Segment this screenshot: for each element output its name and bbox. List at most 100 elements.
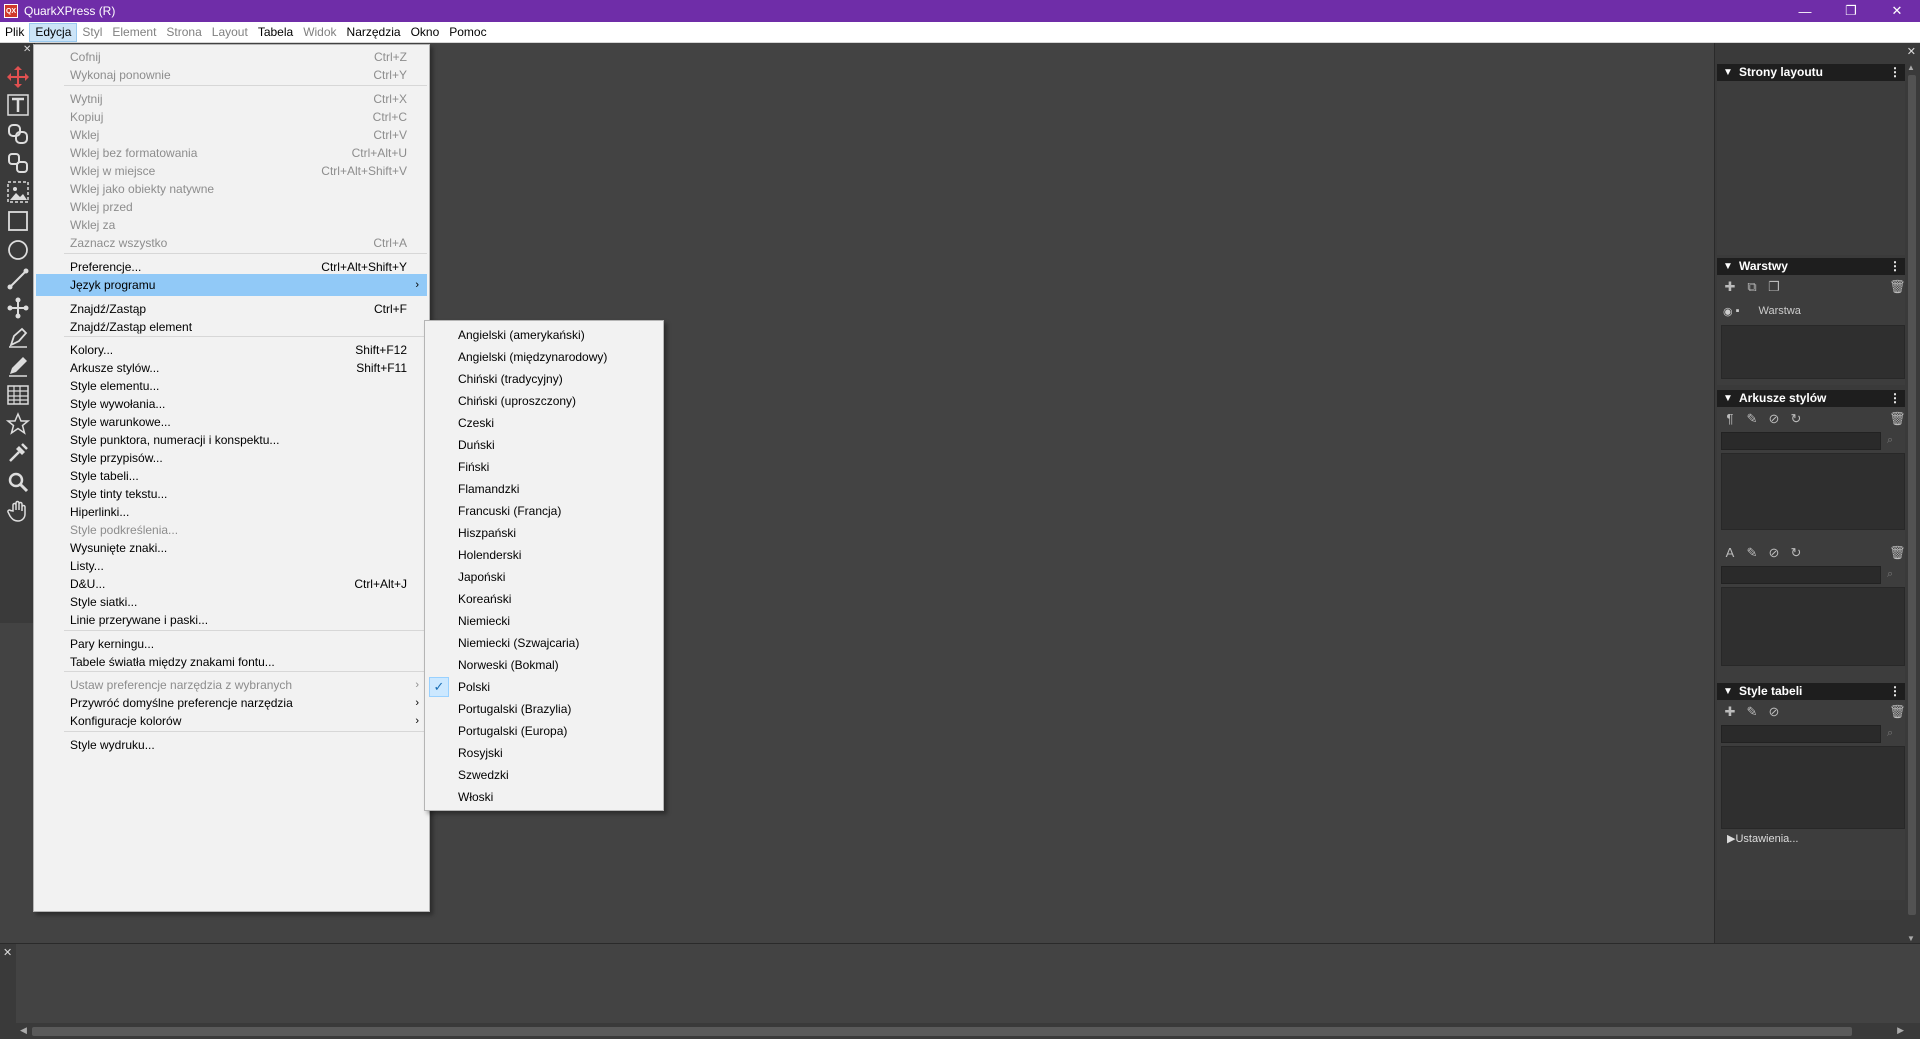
edit-style-icon[interactable]: ✎ (1745, 705, 1759, 719)
panel-menu-icon[interactable]: ⋮ (1889, 64, 1901, 81)
menu-item-znajdz-zastap-element[interactable]: Znajdź/Zastąp element (36, 316, 427, 338)
panel-menu-icon[interactable]: ⋮ (1889, 390, 1901, 407)
add-table-style-icon[interactable]: ✚ (1723, 705, 1737, 719)
menu-item-jezyk-programu[interactable]: Język programu › (36, 274, 427, 296)
panel-menu-icon[interactable]: ⋮ (1889, 258, 1901, 275)
stylesheets-panel-header[interactable]: ▼ Arkusze stylów ⋮ (1717, 390, 1905, 407)
collapse-triangle-icon[interactable]: ▼ (1723, 64, 1733, 81)
menu-item-linie-przerywane-i-paski[interactable]: Linie przerywane i paski... (36, 609, 427, 631)
bezier-pen-tool-icon[interactable] (4, 323, 32, 351)
paragraph-styles-list[interactable] (1721, 453, 1905, 530)
settings-disclosure[interactable]: ▶Ustawienia... (1727, 832, 1798, 845)
scrollbar-thumb[interactable] (32, 1027, 1852, 1036)
edit-style-icon[interactable]: ✎ (1745, 546, 1759, 560)
text-unlinking-tool-icon[interactable] (4, 149, 32, 177)
menu-item-wykonaj-ponownie[interactable]: Wykonaj ponownie Ctrl+Y (36, 64, 427, 86)
close-icon[interactable]: ✕ (3, 946, 12, 959)
layer-row[interactable]: ◉ ▪ Warstwa (1723, 303, 1801, 319)
scroll-left-icon[interactable]: ◀ (20, 1025, 27, 1036)
new-character-style-icon[interactable]: A (1723, 546, 1737, 560)
menu-item-style-wydruku[interactable]: Style wydruku... (36, 734, 427, 756)
hand-tool-icon[interactable] (4, 497, 32, 525)
starburst-tool-icon[interactable] (4, 410, 32, 438)
horizontal-scrollbar[interactable]: ◀ ▶ (16, 1023, 1920, 1039)
close-button[interactable]: ✕ (1874, 0, 1920, 22)
visibility-eye-icon[interactable]: ◉ (1723, 305, 1733, 318)
language-option-polski[interactable]: ✓ Polski (427, 676, 661, 698)
menu-pomoc[interactable]: Pomoc (444, 23, 491, 42)
menu-item-tabele-swiatla-miedzy-znakami-fontu[interactable]: Tabele światła między znakami fontu... (36, 651, 427, 673)
lock-icon[interactable]: ▪ (1736, 305, 1740, 317)
table-styles-search-input[interactable] (1721, 725, 1881, 743)
menu-plik[interactable]: Plik (0, 23, 29, 42)
collapse-triangle-icon[interactable]: ▼ (1723, 683, 1733, 700)
oval-box-tool-icon[interactable] (4, 236, 32, 264)
edit-style-icon[interactable]: ✎ (1745, 412, 1759, 426)
menu-element[interactable]: Element (107, 23, 161, 42)
language-option-niemiecki-szwajcaria[interactable]: Niemiecki (Szwajcaria) (427, 632, 661, 654)
layers-list-well[interactable] (1721, 325, 1905, 379)
picture-content-tool-icon[interactable] (4, 178, 32, 206)
collapse-triangle-icon[interactable]: ▼ (1723, 258, 1733, 275)
language-option-chinski-uproszczony[interactable]: Chiński (uproszczony) (427, 390, 661, 412)
eyedropper-tool-icon[interactable] (4, 439, 32, 467)
character-styles-list[interactable] (1721, 587, 1905, 666)
scrollbar-thumb[interactable] (1908, 75, 1916, 915)
scroll-down-icon[interactable]: ▼ (1907, 934, 1915, 943)
duplicate-style-icon[interactable]: ⊘ (1767, 546, 1781, 560)
language-option-finski[interactable]: Fiński (427, 456, 661, 478)
language-option-portugalski-brazylia[interactable]: Portugalski (Brazylia) (427, 698, 661, 720)
line-tool-icon[interactable] (4, 265, 32, 293)
freehand-tool-icon[interactable] (4, 352, 32, 380)
layout-pages-panel-body[interactable] (1717, 81, 1905, 255)
language-option-francuski-francja[interactable]: Francuski (Francja) (427, 500, 661, 522)
menu-strona[interactable]: Strona (161, 23, 206, 42)
restore-button[interactable]: ❐ (1828, 0, 1874, 22)
table-styles-panel-header[interactable]: ▼ Style tabeli ⋮ (1717, 683, 1905, 700)
right-panel-scrollbar[interactable]: ▲ ▼ (1905, 63, 1919, 943)
duplicate-style-icon[interactable]: ⊘ (1767, 412, 1781, 426)
menu-narzedzia[interactable]: Narzędzia (342, 23, 406, 42)
language-option-wloski[interactable]: Włoski (427, 786, 661, 808)
language-option-norweski-bokmal[interactable]: Norweski (Bokmal) (427, 654, 661, 676)
refresh-style-icon[interactable]: ↻ (1789, 546, 1803, 560)
zoom-tool-icon[interactable] (4, 468, 32, 496)
menu-item-zaznacz-wszystko[interactable]: Zaznacz wszystko Ctrl+A (36, 232, 427, 254)
language-option-holenderski[interactable]: Holenderski (427, 544, 661, 566)
language-option-hiszpanski[interactable]: Hiszpański (427, 522, 661, 544)
close-icon[interactable]: ✕ (1907, 45, 1916, 58)
scroll-right-icon[interactable]: ▶ (1897, 1025, 1904, 1036)
text-linking-tool-icon[interactable] (4, 120, 32, 148)
rectangle-box-tool-icon[interactable] (4, 207, 32, 235)
close-icon[interactable]: ✕ (23, 45, 32, 55)
menu-widok[interactable]: Widok (298, 23, 341, 42)
refresh-style-icon[interactable]: ↻ (1789, 412, 1803, 426)
language-option-szwedzki[interactable]: Szwedzki (427, 764, 661, 786)
scroll-up-icon[interactable]: ▲ (1907, 63, 1915, 72)
delete-layer-icon[interactable]: 🗑 (1889, 280, 1906, 294)
paragraph-styles-search-input[interactable] (1721, 432, 1881, 450)
language-option-koreanski[interactable]: Koreański (427, 588, 661, 610)
point-tool-icon[interactable] (4, 294, 32, 322)
character-styles-search-input[interactable] (1721, 566, 1881, 584)
language-option-rosyjski[interactable]: Rosyjski (427, 742, 661, 764)
layers-panel-header[interactable]: ▼ Warstwy ⋮ (1717, 258, 1905, 275)
duplicate-style-icon[interactable]: ⊘ (1767, 705, 1781, 719)
text-content-tool-icon[interactable] (4, 91, 32, 119)
table-tool-icon[interactable] (4, 381, 32, 409)
menu-okno[interactable]: Okno (406, 23, 445, 42)
language-option-angielski-miedzynarodowy[interactable]: Angielski (międzynarodowy) (427, 346, 661, 368)
menu-layout[interactable]: Layout (207, 23, 253, 42)
move-tool-icon[interactable] (4, 63, 32, 91)
add-layer-icon[interactable]: ✚ (1723, 280, 1737, 294)
collapse-triangle-icon[interactable]: ▼ (1723, 390, 1733, 407)
menu-edycja[interactable]: Edycja (29, 22, 78, 42)
delete-style-icon[interactable]: 🗑 (1889, 412, 1906, 426)
merge-layers-icon[interactable]: ⧉ (1745, 280, 1759, 294)
new-paragraph-style-icon[interactable]: ¶ (1723, 412, 1737, 426)
minimize-button[interactable]: — (1782, 0, 1828, 22)
language-option-japonski[interactable]: Japoński (427, 566, 661, 588)
panel-menu-icon[interactable]: ⋮ (1889, 683, 1901, 700)
language-option-portugalski-europa[interactable]: Portugalski (Europa) (427, 720, 661, 742)
layout-pages-panel-header[interactable]: ▼ Strony layoutu ⋮ (1717, 64, 1905, 81)
